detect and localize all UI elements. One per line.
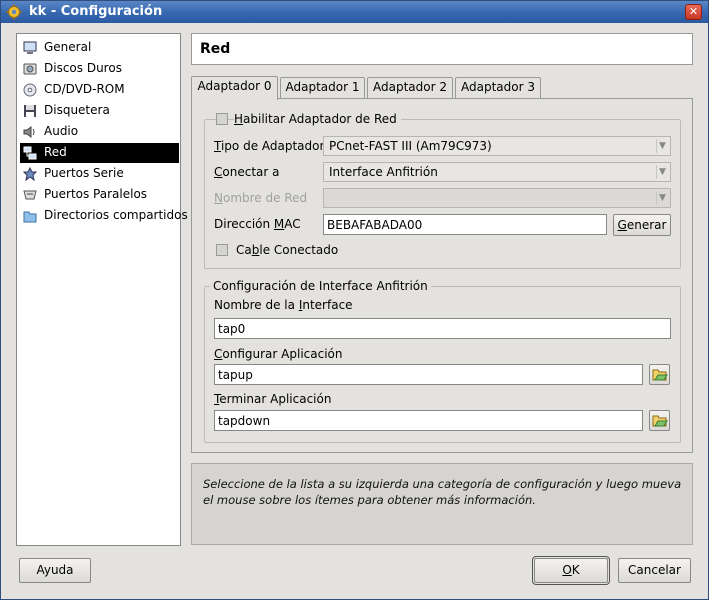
hard-disk-icon (23, 63, 37, 75)
close-button[interactable]: ✕ (685, 4, 702, 20)
speaker-icon (23, 126, 35, 138)
sidebar-item-hard-disks[interactable]: Discos Duros (20, 59, 179, 79)
folder-open-icon (652, 415, 668, 427)
sidebar-item-label: Audio (44, 124, 79, 138)
mac-address-label: Dirección MAC (214, 217, 301, 231)
sidebar-item-parallel-ports[interactable]: Puertos Paralelos (20, 185, 179, 205)
ok-button[interactable]: OK (532, 556, 610, 585)
setup-application-input[interactable]: tapup (214, 364, 643, 385)
sidebar-item-shared-folders[interactable]: Directorios compartidos (20, 206, 188, 226)
connect-to-label: Conectar a (214, 165, 280, 179)
connect-to-select[interactable]: Interface Anfitrión ▼ (323, 162, 671, 182)
network-name-select[interactable]: ▼ (323, 188, 671, 208)
sidebar-item-label: Discos Duros (44, 61, 122, 75)
close-icon: ✕ (688, 5, 699, 18)
page-title: Red (200, 41, 231, 57)
page-header: Red (191, 33, 693, 65)
enable-adapter-checkbox[interactable] (216, 113, 228, 125)
sidebar-item-network[interactable]: Red (20, 143, 179, 163)
setup-application-label: Configurar Aplicación (214, 347, 343, 361)
host-interface-legend: Configuración de Interface Anfitrión (210, 279, 431, 293)
sidebar-item-serial-ports[interactable]: Puertos Serie (20, 164, 179, 184)
sidebar-item-label: Puertos Paralelos (44, 187, 148, 201)
generate-mac-button[interactable]: Generar (613, 214, 671, 236)
sidebar-item-audio[interactable]: Audio (20, 122, 179, 142)
interface-name-label: Nombre de la Interface (214, 298, 353, 312)
network-name-label: Nombre de Red (214, 191, 308, 205)
enable-adapter-label[interactable]: Habilitar Adaptador de Red (234, 112, 401, 126)
tab-adapter-1[interactable]: Adaptador 1 (280, 77, 365, 99)
help-info-box: Seleccione de la lista a su izquierda un… (191, 463, 693, 545)
tab-adapter-0[interactable]: Adaptador 0 (191, 76, 278, 100)
folder-open-icon (652, 369, 668, 381)
sidebar-item-label: Red (44, 145, 67, 159)
chevron-down-icon: ▼ (656, 191, 668, 205)
floppy-icon (24, 105, 36, 117)
category-list[interactable]: General Discos Duros CD/DVD-ROM Disquete… (16, 33, 188, 546)
mac-address-input[interactable]: BEBAFABADA00 (323, 214, 607, 235)
title-bar[interactable]: kk - Configuración ✕ (1, 1, 708, 23)
sidebar-item-label: Directorios compartidos (44, 208, 188, 222)
sidebar-item-label: CD/DVD-ROM (44, 82, 125, 96)
cancel-button[interactable]: Cancelar (618, 558, 691, 583)
adapter-type-value: PCnet-FAST III (Am79C973) (329, 139, 492, 153)
interface-name-value: tap0 (218, 322, 246, 336)
terminate-application-label: Terminar Aplicación (214, 392, 332, 406)
cd-icon (23, 83, 37, 97)
chevron-down-icon: ▼ (656, 139, 668, 153)
gear-icon (6, 4, 22, 20)
settings-window: kk - Configuración ✕ General Discos Duro… (0, 0, 709, 600)
tab-adapter-2[interactable]: Adaptador 2 (367, 77, 453, 99)
adapter-type-label: Tipo de Adaptador (214, 139, 325, 153)
cable-connected-checkbox[interactable] (216, 244, 228, 256)
sidebar-item-general[interactable]: General (20, 38, 179, 58)
sidebar-item-floppy[interactable]: Disquetera (20, 101, 179, 121)
sidebar-item-cd-dvd[interactable]: CD/DVD-ROM (20, 80, 179, 100)
terminate-application-input[interactable]: tapdown (214, 410, 643, 431)
browse-terminate-button[interactable] (649, 410, 670, 431)
help-button[interactable]: Ayuda (19, 558, 91, 583)
browse-setup-button[interactable] (649, 364, 670, 385)
cable-connected-label[interactable]: Cale Conectadoble Conectado (236, 243, 338, 257)
help-info-text: Seleccione de la lista a su izquierda un… (203, 477, 682, 507)
connect-to-value: Interface Anfitrión (329, 165, 438, 179)
sidebar-item-label: Disquetera (44, 103, 110, 117)
network-icon (23, 146, 37, 160)
interface-name-input[interactable]: tap0 (214, 318, 671, 339)
monitor-icon (23, 41, 37, 54)
window-title: kk - Configuración (29, 4, 163, 19)
adapter-type-select[interactable]: PCnet-FAST III (Am79C973) ▼ (323, 136, 671, 156)
parallel-port-icon (23, 190, 37, 200)
terminate-application-value: tapdown (218, 414, 271, 428)
folder-icon (23, 211, 37, 223)
chevron-down-icon: ▼ (656, 165, 668, 179)
serial-port-icon (23, 167, 37, 181)
sidebar-item-label: General (44, 40, 92, 54)
setup-application-value: tapup (218, 368, 253, 382)
tab-adapter-3[interactable]: Adaptador 3 (455, 77, 541, 99)
mac-address-value: BEBAFABADA00 (327, 218, 423, 232)
adapter-tab-panel: Habilitar Adaptador de Red Tipo de Adapt… (191, 98, 693, 453)
sidebar-item-label: Puertos Serie (44, 166, 124, 180)
